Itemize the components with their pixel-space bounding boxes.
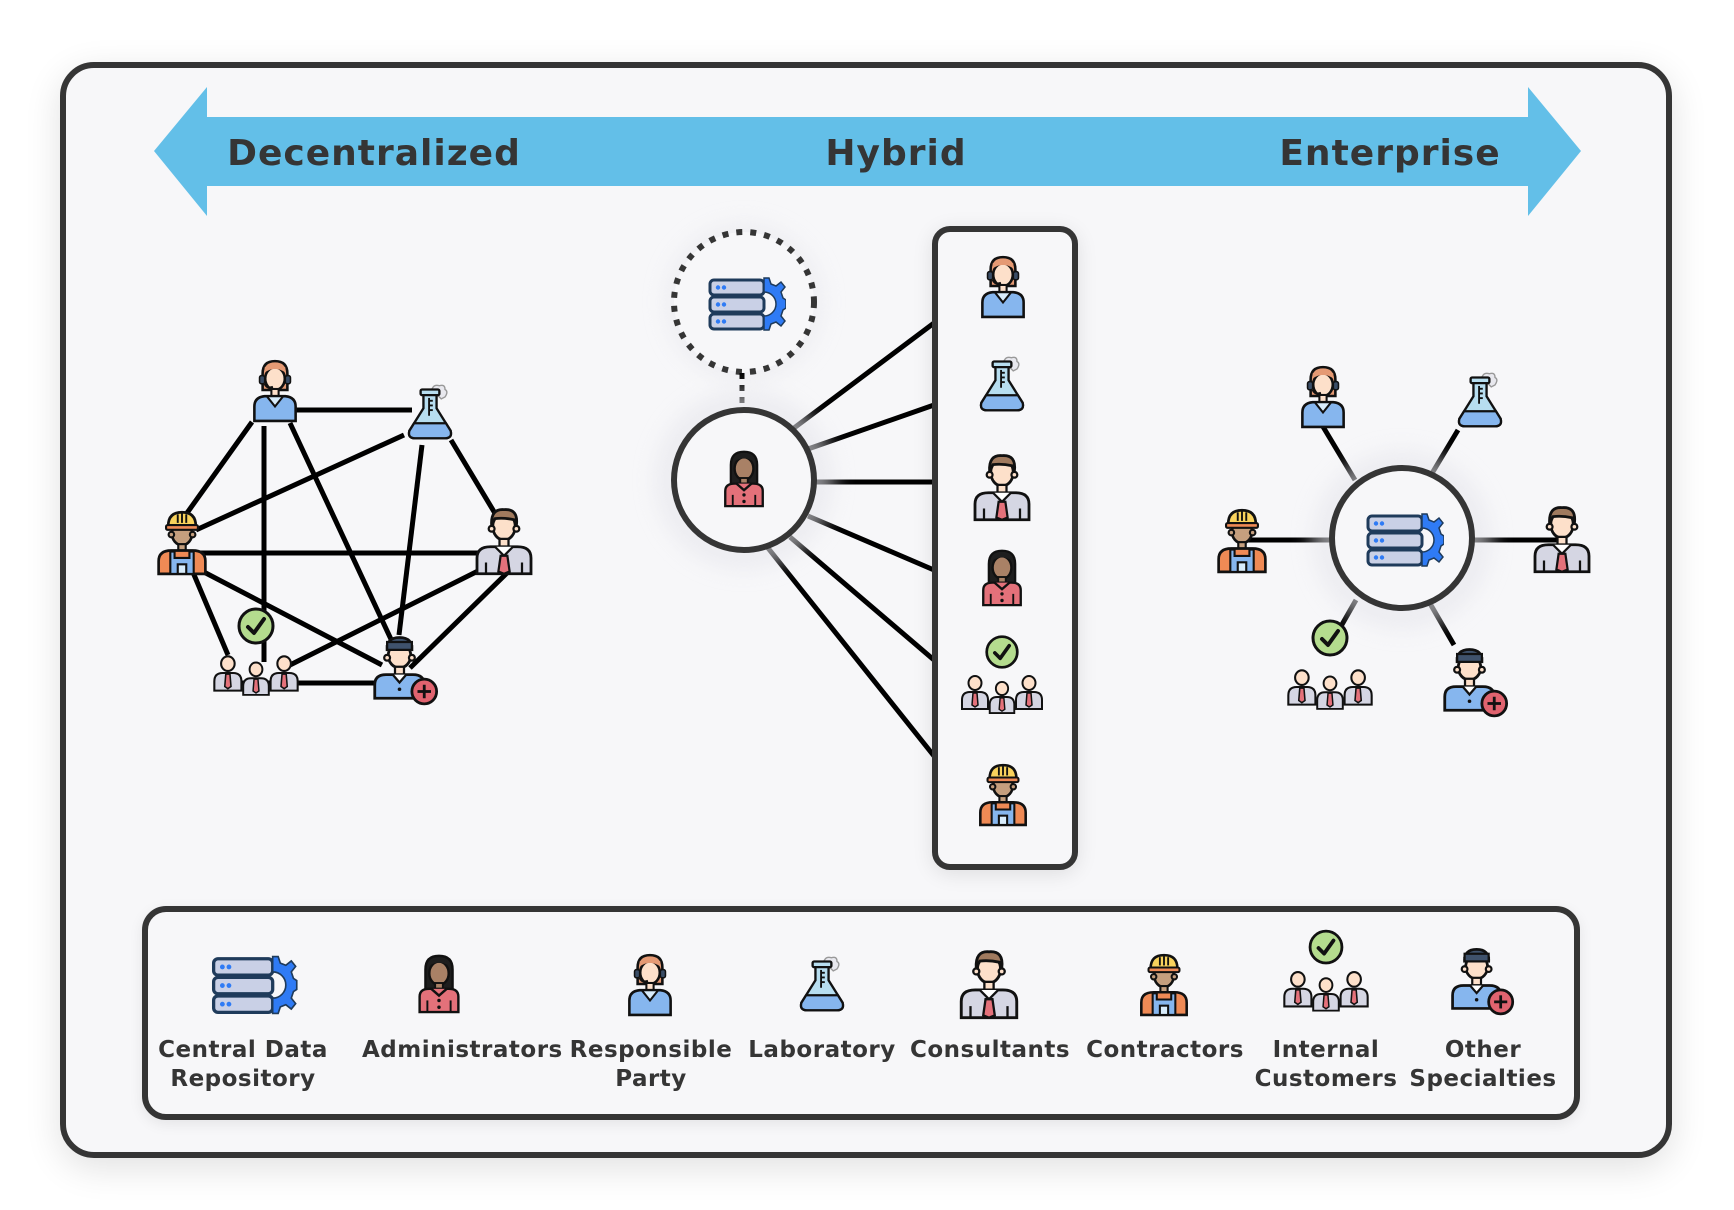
legend-label-responsible-party: Responsible Party — [569, 1037, 733, 1092]
legend-label-other-specialties: Other Specialties — [1409, 1037, 1557, 1092]
contractor-icon — [157, 510, 207, 576]
label-decentralized: Decentralized — [227, 133, 521, 174]
mesh-links — [184, 407, 512, 686]
other-specialties-icon — [373, 635, 439, 706]
link — [408, 568, 512, 670]
link — [807, 513, 935, 573]
laboratory-flask-icon — [1457, 371, 1503, 428]
other-specialties-icon — [1443, 647, 1509, 718]
internal-customers-icon — [1288, 670, 1371, 709]
link — [788, 535, 936, 662]
legend-label-consultants: Consultants — [909, 1037, 1071, 1063]
link — [184, 420, 255, 515]
administrator-icon — [723, 450, 765, 508]
legend-label-internal-customers: Internal Customers — [1254, 1037, 1398, 1092]
responsible-party-icon — [1300, 365, 1346, 429]
enterprise-model — [1217, 365, 1591, 718]
laboratory-flask-icon — [407, 383, 453, 440]
responsible-party-icon — [252, 359, 298, 423]
hybrid-model — [654, 222, 936, 758]
legend-label-administrators: Administrators — [362, 1037, 563, 1063]
check-icon — [1311, 619, 1349, 657]
link — [807, 402, 935, 452]
internal-customers-icon — [214, 656, 297, 695]
consultant-icon — [475, 508, 533, 576]
legend-label-contractors: Contractors — [1086, 1037, 1244, 1063]
legend-label-laboratory: Laboratory — [748, 1037, 896, 1063]
check-icon — [237, 607, 275, 645]
decentralized-model — [157, 359, 533, 706]
link — [766, 546, 936, 758]
link — [448, 438, 499, 517]
spectrum-arrow: Decentralized Hybrid Enterprise — [154, 87, 1581, 216]
link — [287, 421, 399, 652]
label-enterprise: Enterprise — [1279, 133, 1500, 174]
hybrid-member-group — [932, 226, 1078, 870]
label-hybrid: Hybrid — [825, 133, 966, 174]
legend-label-central-data-repository: Central Data Repository — [158, 1037, 328, 1092]
link — [288, 567, 482, 668]
